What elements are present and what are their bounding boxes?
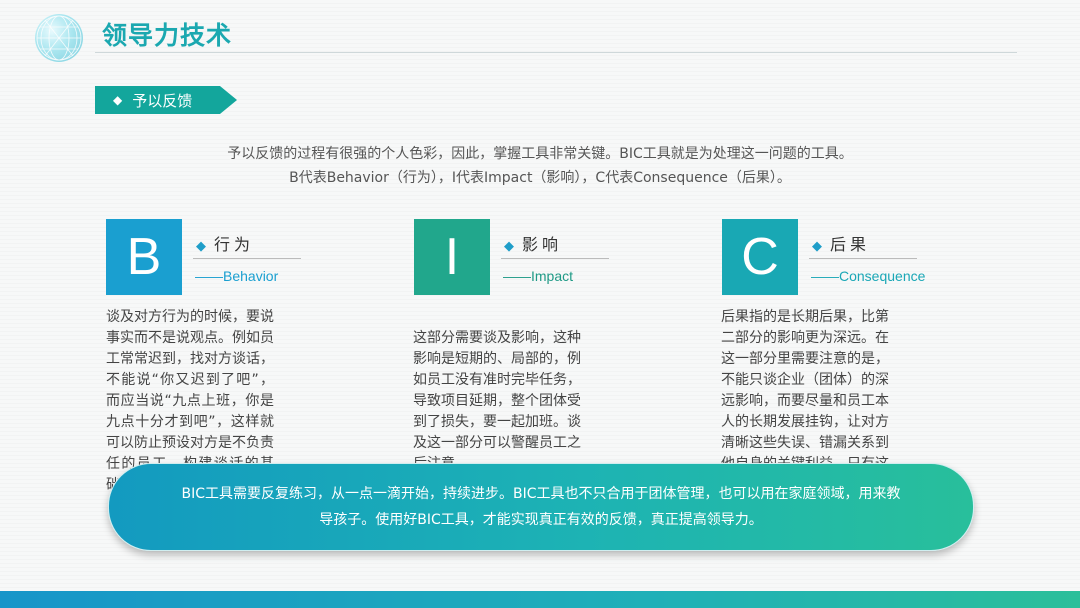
card-letter-c: C (722, 219, 798, 295)
card-subheading-impact: ——Impact (503, 268, 574, 284)
diamond-icon: ◆ (504, 239, 514, 254)
card-heading-impact: ◆ 影响 (504, 231, 562, 255)
intro-line-1: 予以反馈的过程有很强的个人色彩，因此，掌握工具非常关键。BIC工具就是为处理这一… (227, 146, 853, 162)
diamond-icon: ◆ (812, 239, 822, 254)
card-divider (809, 258, 917, 259)
intro-line-2: B代表Behavior（行为），I代表Impact（影响），C代表Consequ… (289, 170, 791, 186)
intro-text: 予以反馈的过程有很强的个人色彩，因此，掌握工具非常关键。BIC工具就是为处理这一… (150, 142, 930, 190)
card-divider (501, 258, 609, 259)
diamond-icon: ◆ (196, 239, 206, 254)
title-divider (95, 52, 1017, 53)
card-heading-label: 后果 (830, 235, 871, 254)
card-heading-label: 影响 (522, 235, 563, 254)
card-body-impact: 这部分需要谈及影响，这种影响是短期的、局部的，例如员工没有准时完毕任务，导致项目… (413, 330, 581, 472)
diamond-icon: ◆ (113, 93, 123, 107)
card-letter-i: I (414, 219, 490, 295)
page-title: 领导力技术 (102, 21, 233, 50)
card-subheading-consequence: ——Consequence (811, 268, 926, 284)
summary-banner: BIC工具需要反复练习，从一点一滴开始，持续进步。BIC工具也不只合用于团体管理… (108, 463, 974, 551)
card-heading-label: 行为 (214, 235, 255, 254)
card-heading-consequence: ◆ 后果 (812, 231, 870, 255)
card-heading-behavior: ◆ 行为 (196, 231, 254, 255)
globe-icon (35, 14, 83, 62)
card-subheading-behavior: ——Behavior (195, 268, 279, 284)
section-label: 予以反馈 (132, 91, 193, 110)
section-tag: ◆ 予以反馈 (95, 86, 237, 114)
card-letter-b: B (106, 219, 182, 295)
bottom-accent-bar (0, 591, 1080, 608)
summary-text: BIC工具需要反复练习，从一点一滴开始，持续进步。BIC工具也不只合用于团体管理… (181, 486, 901, 528)
card-divider (193, 258, 301, 259)
